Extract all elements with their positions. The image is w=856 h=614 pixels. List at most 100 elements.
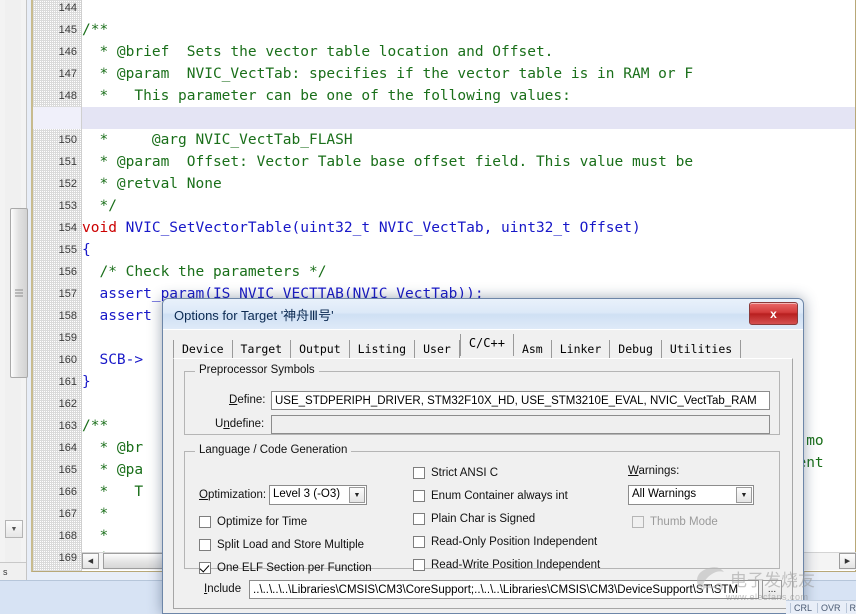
line-number: 150 bbox=[58, 134, 77, 146]
checkbox-strict-ansi-c[interactable]: Strict ANSI C bbox=[413, 467, 498, 480]
line-number: 162 bbox=[58, 398, 77, 410]
chevron-down-icon[interactable]: ▼ bbox=[349, 487, 365, 503]
checkbox-one-elf-section-per-function[interactable]: One ELF Section per Function bbox=[199, 562, 372, 575]
line-number: 145 bbox=[58, 24, 77, 36]
code-line[interactable]: */ bbox=[82, 195, 116, 217]
scroll-down-arrow-icon[interactable]: ▼ bbox=[5, 520, 23, 538]
dialog-body: Device Target Output Listing User C/C++ Asm Lin… bbox=[163, 329, 803, 613]
code-line[interactable]: /* Check the parameters */ bbox=[82, 261, 326, 283]
line-number: 146 bbox=[58, 46, 77, 58]
define-label: Define: bbox=[229, 394, 266, 406]
highlighted-code-row bbox=[82, 107, 855, 129]
chevron-down-icon-warnings[interactable]: ▼ bbox=[736, 487, 752, 503]
tab-output[interactable]: Output bbox=[291, 340, 350, 359]
line-number: 152 bbox=[58, 178, 77, 190]
line-number: 167 bbox=[58, 508, 77, 520]
line-number: 166 bbox=[58, 486, 77, 498]
tab-asm[interactable]: Asm bbox=[514, 340, 552, 359]
tab-linker[interactable]: Linker bbox=[552, 340, 611, 359]
dialog-title: Options for Target '神舟Ⅲ号' bbox=[174, 308, 334, 323]
status-bar: CRL OVR R bbox=[786, 600, 856, 614]
code-line[interactable]: * @retval None bbox=[82, 173, 221, 195]
left-project-pane: ▼ s bbox=[0, 0, 28, 580]
checkbox-plain-char-is-signed[interactable]: Plain Char is Signed bbox=[413, 513, 535, 526]
checkbox-read-write-position-independent[interactable]: Read-Write Position Independent bbox=[413, 559, 600, 572]
status-cell-ovr: OVR bbox=[817, 602, 841, 613]
status-cell-crl: CRL bbox=[790, 602, 812, 613]
checkbox-read-only-position-independent[interactable]: Read-Only Position Independent bbox=[413, 536, 597, 549]
checkbox-thumb-mode: Thumb Mode bbox=[632, 516, 718, 529]
line-number: 156 bbox=[58, 266, 77, 278]
preprocessor-symbols-group: Preprocessor Symbols Define: USE_STDPERI… bbox=[184, 364, 780, 435]
tab-target[interactable]: Target bbox=[233, 340, 292, 359]
line-number: 164 bbox=[58, 442, 77, 454]
tab-debug[interactable]: Debug bbox=[610, 340, 662, 359]
close-icon[interactable]: x bbox=[749, 302, 798, 325]
warnings-select[interactable]: All Warnings ▼ bbox=[628, 485, 754, 505]
line-number: 147 bbox=[58, 68, 77, 80]
line-number: 169 bbox=[58, 552, 77, 564]
status-cell-r: R bbox=[845, 602, 856, 613]
scroll-right-arrow-icon[interactable]: ▶ bbox=[839, 553, 856, 569]
line-number: 155 bbox=[58, 244, 77, 256]
code-line[interactable]: } bbox=[82, 371, 91, 393]
preprocessor-symbols-title: Preprocessor Symbols bbox=[195, 364, 319, 376]
checkbox-enum-container-always-int[interactable]: Enum Container always int bbox=[413, 490, 568, 503]
code-line[interactable]: /** bbox=[82, 415, 108, 437]
code-line[interactable]: * bbox=[82, 503, 108, 525]
scrollbar-grip-icon bbox=[15, 289, 23, 297]
warnings-value: All Warnings bbox=[632, 488, 697, 500]
line-number: 153 bbox=[58, 200, 77, 212]
line-number: 154 bbox=[58, 222, 77, 234]
optimization-value: Level 3 (-O3) bbox=[273, 488, 341, 500]
tab-c-c-[interactable]: C/C++ bbox=[459, 334, 514, 356]
code-line[interactable]: * @pa bbox=[82, 459, 143, 481]
tab-user[interactable]: User bbox=[415, 340, 460, 359]
line-number: 160 bbox=[58, 354, 77, 366]
tab-device[interactable]: Device bbox=[173, 340, 233, 359]
checkbox-optimize-for-time[interactable]: Optimize for Time bbox=[199, 516, 307, 529]
left-pane-bottom-tab[interactable]: s bbox=[0, 562, 26, 580]
checkbox-split-load-and-store-multiple[interactable]: Split Load and Store Multiple bbox=[199, 539, 364, 552]
options-for-target-dialog: Options for Target '神舟Ⅲ号' x Device Target… bbox=[162, 298, 804, 614]
optimization-select[interactable]: Level 3 (-O3) ▼ bbox=[269, 485, 367, 505]
left-vertical-scrollbar-track[interactable] bbox=[5, 0, 28, 580]
left-vertical-scrollbar-thumb[interactable] bbox=[10, 208, 28, 378]
optimization-label: Optimization: bbox=[199, 489, 267, 501]
line-number: 159 bbox=[58, 332, 77, 344]
line-number: 161 bbox=[58, 376, 77, 388]
code-line[interactable]: * This parameter can be one of the follo… bbox=[82, 85, 570, 107]
code-line[interactable]: * @brief Sets the vector table location … bbox=[82, 41, 553, 63]
define-input[interactable]: USE_STDPERIPH_DRIVER, STM32F10X_HD, USE_… bbox=[271, 391, 770, 410]
line-number: 168 bbox=[58, 530, 77, 542]
code-line[interactable]: * @param Offset: Vector Table base offse… bbox=[82, 151, 693, 173]
code-line[interactable]: * T bbox=[82, 481, 143, 503]
code-line[interactable]: * @arg NVIC_VectTab_FLASH bbox=[82, 129, 352, 151]
code-line[interactable]: assert bbox=[82, 305, 151, 327]
line-number: 157 bbox=[58, 288, 77, 300]
undefine-input[interactable] bbox=[271, 415, 770, 434]
code-line[interactable]: { bbox=[82, 239, 91, 261]
dialog-title-bar[interactable]: Options for Target '神舟Ⅲ号' x bbox=[163, 299, 803, 330]
include-paths-input[interactable]: ..\..\..\..\Libraries\CMSIS\CM3\CoreSupp… bbox=[249, 580, 759, 599]
line-number: 165 bbox=[58, 464, 77, 476]
screen: ▼ s 144145146147148149150151152153154155… bbox=[0, 0, 856, 614]
code-line[interactable]: /** bbox=[82, 19, 108, 41]
code-line[interactable]: SCB-> bbox=[82, 349, 143, 371]
language-code-generation-group: Language / Code Generation Optimization:… bbox=[184, 444, 780, 574]
line-number: 158 bbox=[58, 310, 77, 322]
include-label: Include bbox=[204, 583, 242, 595]
undefine-label: Undefine: bbox=[215, 418, 265, 430]
scroll-left-arrow-icon[interactable]: ◀ bbox=[82, 553, 99, 569]
line-number: 163 bbox=[58, 420, 77, 432]
cpp-tab-page: Preprocessor Symbols Define: USE_STDPERI… bbox=[173, 358, 793, 609]
code-line[interactable]: * bbox=[82, 525, 108, 547]
tab-utilities[interactable]: Utilities bbox=[662, 340, 742, 359]
code-line[interactable]: * @param NVIC_VectTab: specifies if the … bbox=[82, 63, 693, 85]
include-browse-button[interactable]: ... bbox=[762, 580, 782, 599]
code-line[interactable]: void NVIC_SetVectorTable(uint32_t NVIC_V… bbox=[82, 217, 641, 239]
tab-listing[interactable]: Listing bbox=[350, 340, 416, 359]
dialog-tab-strip[interactable]: Device Target Output Listing User C/C++ Asm Lin… bbox=[173, 334, 793, 359]
line-number: 144 bbox=[58, 2, 77, 14]
code-line[interactable]: * @br bbox=[82, 437, 143, 459]
